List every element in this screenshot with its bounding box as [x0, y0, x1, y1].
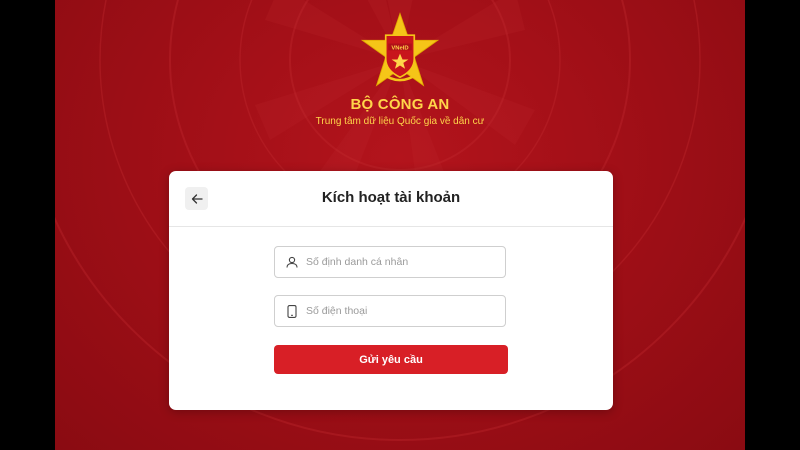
personal-id-input[interactable]: [304, 255, 498, 269]
personal-id-field[interactable]: [274, 246, 506, 278]
card-title: Kích hoạt tài khoản: [321, 189, 461, 206]
police-star-emblem-icon: VNeID: [360, 12, 440, 87]
header-logo-area: VNeID BỘ CÔNG AN Trung tâm dữ liệu Quốc …: [55, 10, 745, 127]
phone-icon: [284, 303, 300, 319]
screen: VNeID BỘ CÔNG AN Trung tâm dữ liệu Quốc …: [0, 0, 800, 450]
page-background: VNeID BỘ CÔNG AN Trung tâm dữ liệu Quốc …: [55, 0, 745, 450]
submit-request-button[interactable]: Gửi yêu cầu: [274, 345, 508, 374]
card-header: Kích hoạt tài khoản: [169, 171, 613, 227]
phone-field[interactable]: [274, 295, 506, 327]
activation-card: Kích hoạt tài khoản Số định danh cá nhân…: [169, 171, 613, 410]
phone-input[interactable]: [304, 304, 498, 318]
user-icon: [284, 254, 300, 270]
emblem-label: VNeID: [391, 45, 408, 51]
org-name: BỘ CÔNG AN: [350, 96, 450, 113]
org-subtitle: Trung tâm dữ liệu Quốc gia về dân cư: [315, 116, 485, 127]
